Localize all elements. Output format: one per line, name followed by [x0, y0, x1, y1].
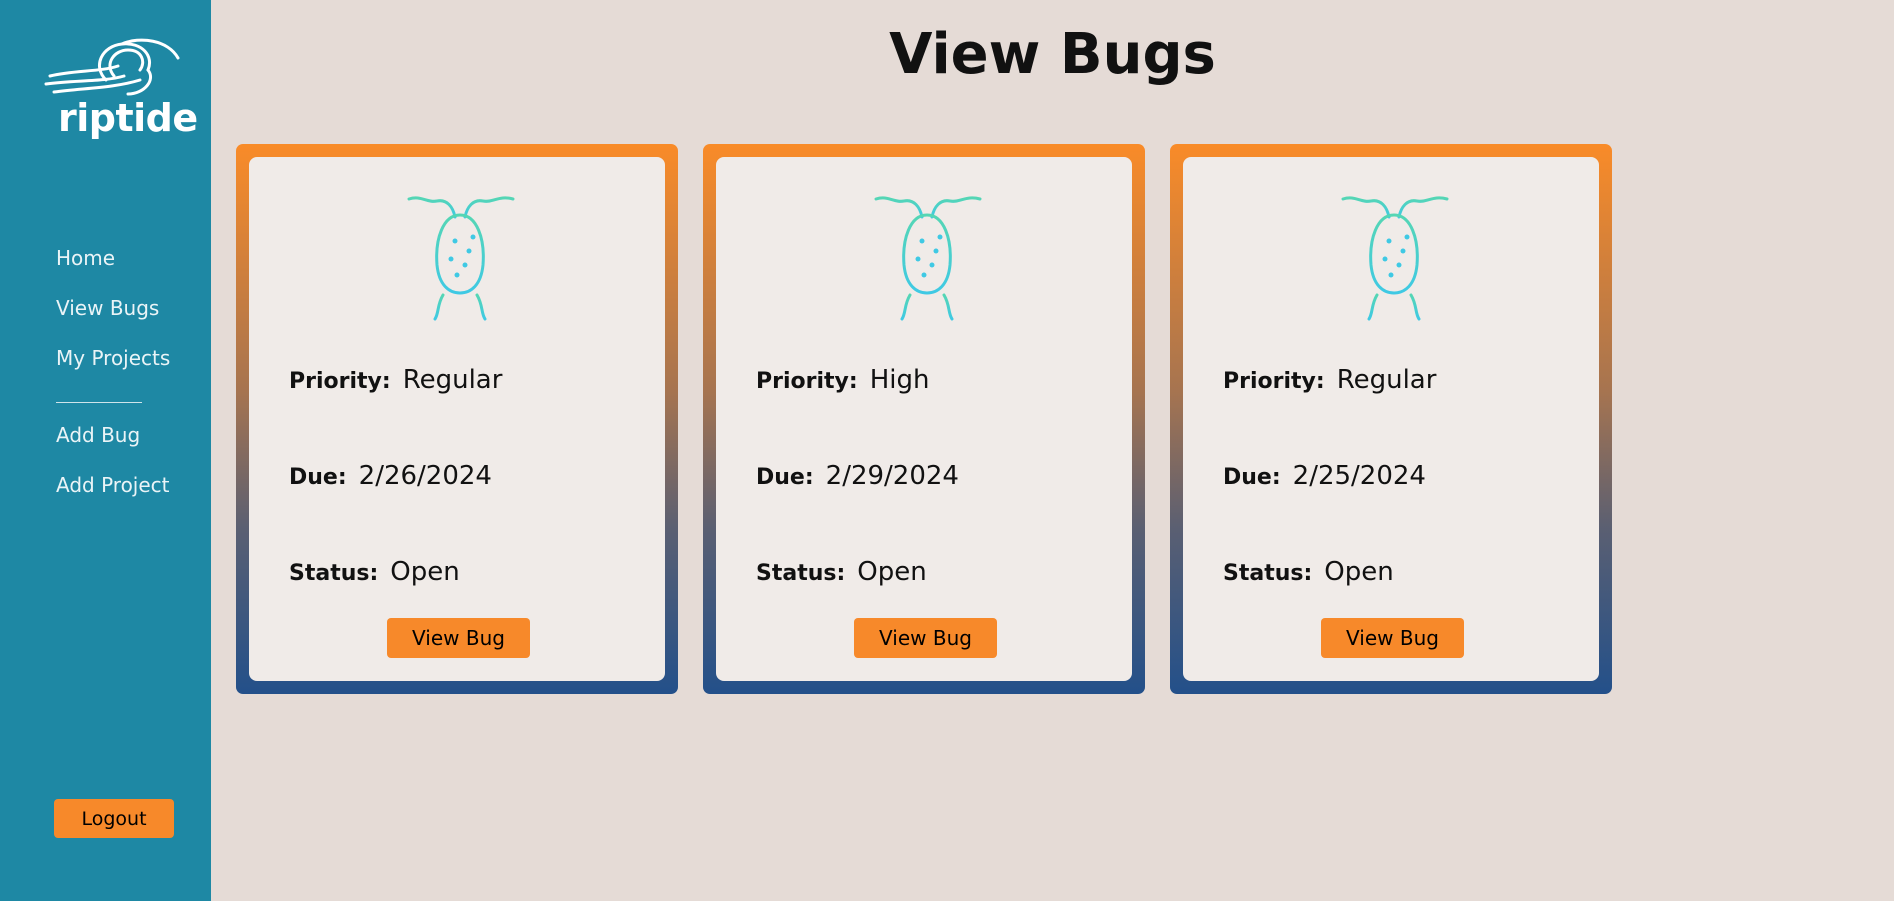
bug-card-body: Priority: Regular Due: 2/26/2024 Status: Op…: [249, 157, 665, 681]
sidebar: riptide Home View Bugs My Projects Add B…: [0, 0, 211, 901]
view-bug-button[interactable]: View Bug: [387, 618, 530, 658]
priority-value: High: [869, 365, 930, 395]
bug-card-body: Priority: High Due: 2/29/2024 Status: Open …: [716, 157, 1132, 681]
priority-field: Priority: Regular: [289, 365, 502, 395]
nav-divider: [56, 402, 142, 403]
view-bug-button[interactable]: View Bug: [1321, 618, 1464, 658]
due-label: Due:: [756, 465, 814, 490]
status-field: Status: Open: [1223, 557, 1394, 587]
bug-icon: [1341, 196, 1449, 321]
priority-value: Regular: [402, 365, 503, 395]
due-value: 2/29/2024: [825, 461, 959, 491]
nav-item-view-bugs[interactable]: View Bugs: [56, 290, 170, 340]
due-value: 2/25/2024: [1292, 461, 1426, 491]
priority-field: Priority: Regular: [1223, 365, 1436, 395]
nav-item-home[interactable]: Home: [56, 240, 170, 290]
status-value: Open: [1324, 557, 1394, 587]
status-field: Status: Open: [289, 557, 460, 587]
due-field: Due: 2/29/2024: [756, 461, 959, 491]
bug-card-body: Priority: Regular Due: 2/25/2024 Status: Op…: [1183, 157, 1599, 681]
bug-card: Priority: High Due: 2/29/2024 Status: Open …: [703, 144, 1145, 694]
bug-icon: [874, 196, 982, 321]
status-field: Status: Open: [756, 557, 927, 587]
riptide-logo[interactable]: riptide: [44, 36, 198, 146]
status-value: Open: [390, 557, 460, 587]
due-field: Due: 2/26/2024: [289, 461, 492, 491]
priority-value: Regular: [1336, 365, 1437, 395]
nav-item-add-project[interactable]: Add Project: [56, 467, 170, 517]
brand-name: riptide: [58, 96, 198, 140]
sidebar-nav: Home View Bugs My Projects Add Bug Add P…: [56, 240, 170, 517]
status-label: Status:: [289, 561, 379, 586]
priority-label: Priority:: [756, 369, 858, 394]
nav-item-my-projects[interactable]: My Projects: [56, 340, 170, 390]
priority-label: Priority:: [289, 369, 391, 394]
page-title: View Bugs: [889, 22, 1216, 87]
bug-card: Priority: Regular Due: 2/25/2024 Status: Op…: [1170, 144, 1612, 694]
bug-card: Priority: Regular Due: 2/26/2024 Status: Op…: [236, 144, 678, 694]
status-value: Open: [857, 557, 927, 587]
status-label: Status:: [756, 561, 846, 586]
priority-field: Priority: High: [756, 365, 929, 395]
view-bug-button[interactable]: View Bug: [854, 618, 997, 658]
due-value: 2/26/2024: [358, 461, 492, 491]
due-field: Due: 2/25/2024: [1223, 461, 1426, 491]
due-label: Due:: [1223, 465, 1281, 490]
nav-item-add-bug[interactable]: Add Bug: [56, 417, 170, 467]
logout-button[interactable]: Logout: [54, 799, 174, 838]
bug-icon: [407, 196, 515, 321]
due-label: Due:: [289, 465, 347, 490]
status-label: Status:: [1223, 561, 1313, 586]
priority-label: Priority:: [1223, 369, 1325, 394]
